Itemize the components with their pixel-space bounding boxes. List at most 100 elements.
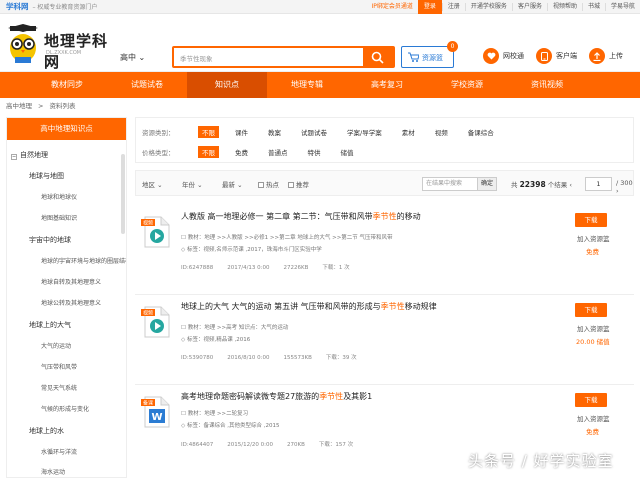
add-to-basket-link[interactable]: 加入资源篮: [577, 323, 610, 333]
tree-node[interactable]: 宇宙中的地球: [29, 235, 71, 245]
add-to-basket-link[interactable]: 加入资源篮: [577, 233, 610, 243]
resource-basket-button[interactable]: 资源篮 0: [401, 41, 458, 68]
filter-option[interactable]: 免费: [231, 146, 252, 158]
filter-option[interactable]: 备课综合: [464, 126, 498, 138]
logo[interactable]: 地理学科网 DL.ZXXK.COM: [6, 24, 116, 71]
total-suffix: 个结果: [547, 181, 568, 189]
tree-leaf[interactable]: 地图基础知识: [41, 213, 77, 222]
breadcrumb: 高中地理 > 资料列表: [6, 100, 75, 110]
top-link[interactable]: 客户服务: [511, 3, 547, 11]
tag-icon: ◇: [181, 247, 186, 253]
chevron-down-icon: ⌄: [138, 53, 146, 62]
top-link[interactable]: 视频帮助: [546, 3, 582, 11]
price-filter-row: 价格类型： 不限 免费 普通点 特供 储值: [142, 146, 370, 158]
top-link[interactable]: 学易导航: [604, 3, 640, 11]
total-prefix: 共: [511, 181, 518, 189]
quick-label: 网校通: [503, 52, 524, 60]
quick-label: 上传: [609, 52, 623, 60]
nav-item[interactable]: 资讯视频: [507, 72, 587, 98]
filter-option[interactable]: 特供: [304, 146, 325, 158]
tree-leaf[interactable]: 地球公转及其地理意义: [41, 298, 101, 307]
tree-leaf[interactable]: 地球自转及其地理意义: [41, 277, 101, 286]
tree-leaf[interactable]: 常见天气系统: [41, 383, 77, 392]
tree-node[interactable]: 地球上的水: [29, 426, 64, 436]
filter-option-selected[interactable]: 不限: [198, 146, 219, 158]
chevron-right-icon[interactable]: ›: [616, 187, 619, 195]
site-name[interactable]: 学科网: [6, 1, 29, 12]
client-link[interactable]: 客户端: [536, 48, 577, 64]
filter-option[interactable]: 储值: [337, 146, 358, 158]
breadcrumb-item[interactable]: 高中地理: [6, 102, 32, 110]
filter-option[interactable]: 学案/导学案: [343, 126, 386, 138]
type-filter-row: 资源类别： 不限 课件 教案 试题试卷 学案/导学案 素材 视频 备课综合: [142, 126, 510, 138]
nav-item-active[interactable]: 知识点: [187, 72, 267, 98]
sidebar-title: 高中地理知识点: [7, 118, 126, 140]
confirm-button[interactable]: 确定: [477, 177, 497, 191]
chevron-left-icon[interactable]: ‹: [569, 181, 572, 189]
filter-option[interactable]: 试题试卷: [297, 126, 331, 138]
nav-item[interactable]: 教材同步: [27, 72, 107, 98]
grade-selector[interactable]: 高中 ⌄: [120, 52, 145, 63]
tree-leaf[interactable]: 水循环与洋流: [41, 447, 77, 456]
book-icon: ☐: [181, 325, 186, 331]
stat-downloads: 下载：157 次: [318, 442, 354, 448]
video-file-icon: 视频: [141, 306, 170, 338]
filter-option-selected[interactable]: 不限: [198, 126, 219, 138]
meta-text: 教材：地理 >>高考 知识点：大气的运动: [187, 325, 289, 331]
top-link[interactable]: 书城: [581, 3, 605, 11]
filter-option[interactable]: 视频: [431, 126, 452, 138]
sidebar-scrollbar[interactable]: [121, 154, 125, 234]
nav-item[interactable]: 试题试卷: [107, 72, 187, 98]
result-stats: ID:6247888 2017/4/13 0:00 27226KB 下载：1 次: [181, 263, 364, 271]
tree-root[interactable]: − 自然地理: [11, 150, 48, 160]
tree-node[interactable]: 地球与地图: [29, 171, 64, 181]
hot-checkbox[interactable]: 热点: [258, 179, 279, 189]
recommend-checkbox[interactable]: 推荐: [288, 179, 309, 189]
result-title[interactable]: 高考地理命题密码解读微专题27旅游的季节性及其影1: [181, 391, 372, 402]
nav-item[interactable]: 地理专辑: [267, 72, 347, 98]
login-button[interactable]: 登录: [417, 0, 442, 14]
nav-item[interactable]: 学校资源: [427, 72, 507, 98]
wangxiaotong-link[interactable]: 网校通: [483, 48, 524, 64]
tree-leaf[interactable]: 气候的形成与变化: [41, 404, 89, 413]
breadcrumb-item: 资料列表: [49, 102, 76, 110]
result-title[interactable]: 地球上的大气 大气的运动 第五讲 气压带和风带的形成与季节性移动规律: [181, 301, 437, 312]
collapse-icon[interactable]: −: [11, 154, 17, 160]
file-badge: 视频: [143, 220, 153, 227]
nav-item[interactable]: 高考复习: [347, 72, 427, 98]
download-button[interactable]: 下载: [575, 303, 607, 317]
filter-option[interactable]: 素材: [398, 126, 419, 138]
filter-option[interactable]: 教案: [264, 126, 285, 138]
search-button[interactable]: [363, 48, 393, 66]
main-nav: 教材同步 试题试卷 知识点 地理专辑 高考复习 学校资源 资讯视频: [0, 72, 640, 98]
tree-leaf[interactable]: 地球和地球仪: [41, 192, 77, 201]
upload-link[interactable]: 上传: [589, 48, 623, 64]
latest-dropdown[interactable]: 最新 ⌄: [222, 179, 243, 189]
book-icon: ☐: [181, 235, 186, 241]
download-button[interactable]: 下载: [575, 393, 607, 407]
tree-leaf[interactable]: 气压带和风带: [41, 362, 77, 371]
page-input[interactable]: 1: [585, 177, 612, 191]
region-dropdown[interactable]: 地区 ⌄: [142, 179, 163, 189]
search-box[interactable]: 季节性现象: [172, 46, 395, 68]
result-tags: ◇ 标签：备课综合 ,其他类型综合 ,2015: [181, 421, 279, 429]
register-link[interactable]: 注册: [441, 3, 465, 11]
result-item: 视频 人教版 高一地理必修一 第二章 第二节：气压带和风带季节性的移动 ☐ 教材…: [135, 205, 634, 295]
result-total: 共 22398 个结果 ‹: [511, 179, 572, 189]
result-title[interactable]: 人教版 高一地理必修一 第二章 第二节：气压带和风带季节性的移动: [181, 211, 421, 222]
year-dropdown[interactable]: 年份 ⌄: [182, 179, 203, 189]
top-link[interactable]: 开通学校服务: [464, 3, 512, 11]
filter-option[interactable]: 普通点: [264, 146, 292, 158]
stat-id: ID:5390780: [181, 355, 214, 361]
tree-node[interactable]: 地球上的大气: [29, 320, 71, 330]
tree-leaf[interactable]: 海水运动: [41, 467, 65, 476]
search-input[interactable]: 季节性现象: [180, 53, 213, 63]
stat-size: 27226KB: [283, 265, 309, 271]
add-to-basket-link[interactable]: 加入资源篮: [577, 413, 610, 423]
title-text: 移动规律: [404, 302, 437, 311]
tree-leaf[interactable]: 大气的运动: [41, 341, 71, 350]
ip-link[interactable]: IP绑定会员通道: [367, 3, 418, 11]
tree-leaf[interactable]: 地球的宇宙环境与地球的圈层结构: [41, 256, 126, 265]
download-button[interactable]: 下载: [575, 213, 607, 227]
filter-option[interactable]: 课件: [231, 126, 252, 138]
